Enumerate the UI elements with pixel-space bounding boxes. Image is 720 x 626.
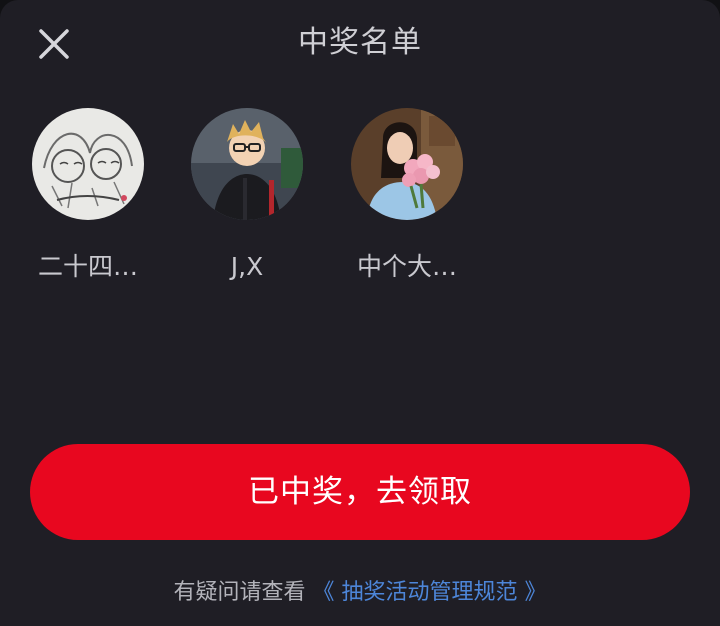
winner-name: 中个大… bbox=[356, 252, 457, 281]
winner-list-sheet: 中奖名单 二十四… J,X 中个大… 已中奖，去领取 有疑问请查看 《 抽奖活动… bbox=[0, 0, 720, 626]
winner-item[interactable]: 中个大… bbox=[327, 108, 487, 282]
winner-name: J,X bbox=[230, 252, 264, 281]
avatar[interactable] bbox=[351, 108, 463, 220]
winner-item[interactable]: 二十四… bbox=[8, 108, 168, 282]
footer-help-text: 有疑问请查看 bbox=[173, 580, 306, 605]
claim-prize-button[interactable]: 已中奖，去领取 bbox=[30, 444, 690, 540]
rules-link[interactable]: 《 抽奖活动管理规范 》 bbox=[313, 580, 547, 605]
winner-name: 二十四… bbox=[37, 252, 138, 281]
avatar[interactable] bbox=[191, 108, 303, 220]
footer-help: 有疑问请查看 《 抽奖活动管理规范 》 bbox=[0, 578, 720, 608]
avatar[interactable] bbox=[32, 108, 144, 220]
winner-item[interactable]: J,X bbox=[167, 108, 327, 282]
page-title: 中奖名单 bbox=[298, 25, 422, 60]
